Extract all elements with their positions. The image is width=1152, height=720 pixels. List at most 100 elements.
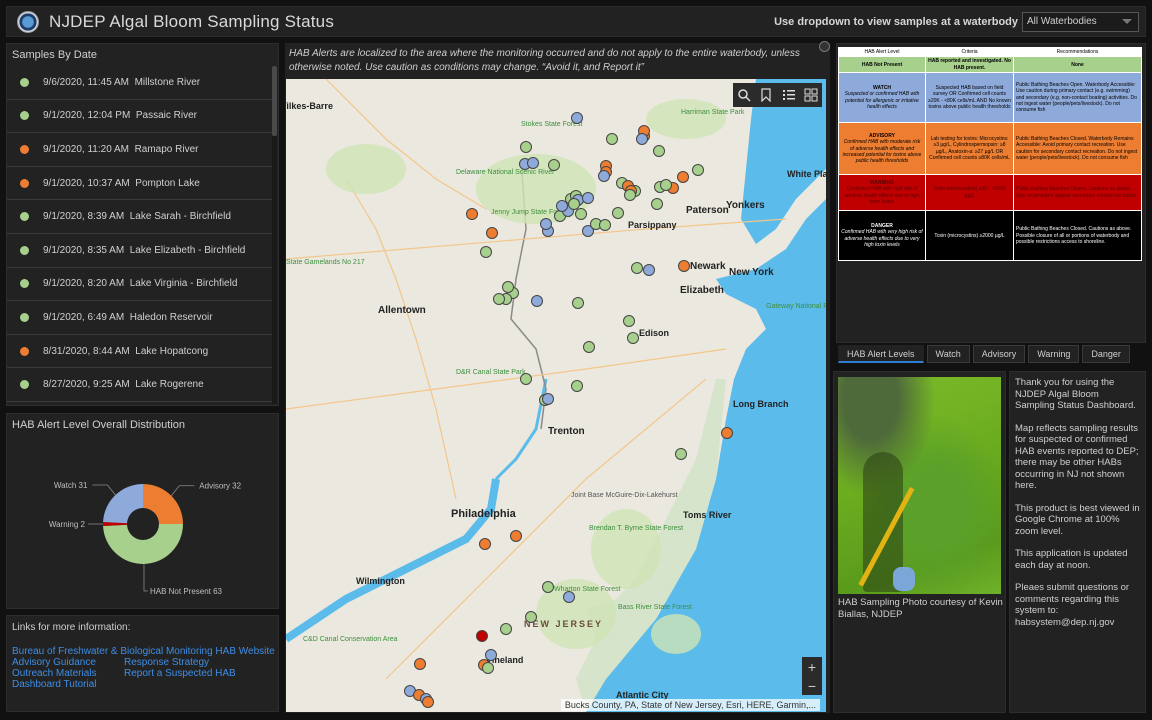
link-hab-website[interactable]: Bureau of Freshwater & Biological Monito… [12,646,275,657]
sample-point-marker[interactable] [502,281,514,293]
waterbody-dropdown[interactable]: All Waterbodies [1022,11,1139,32]
sample-point-marker[interactable] [520,141,532,153]
tab-advisory[interactable]: Advisory [972,345,1026,363]
waterbody-dropdown-value: All Waterbodies [1027,16,1097,27]
sample-point-marker[interactable] [582,192,594,204]
sample-list-item[interactable]: 9/1/2020, 12:04 PM Passaic River [7,100,273,134]
sample-list-item[interactable]: 8/27/2020, 9:25 AM Lake Rogerene [7,368,273,402]
sample-point-marker[interactable] [643,264,655,276]
samples-scrollbar-thumb[interactable] [272,66,277,136]
sample-list-item[interactable]: 9/1/2020, 8:35 AM Lake Elizabeth - Birch… [7,234,273,268]
sample-point-marker[interactable] [636,133,648,145]
map-label-white-plains: White Plains [787,169,826,179]
donut-slice-watch[interactable] [103,484,143,524]
alert-level-dot-icon [20,77,29,87]
map-toolbar [733,83,822,107]
sample-point-marker[interactable] [627,332,639,344]
app-title: NJDEP Algal Bloom Sampling Status [49,11,335,31]
layer-list-icon[interactable] [781,87,797,103]
sample-point-marker[interactable] [677,171,689,183]
sample-point-marker[interactable] [606,133,618,145]
sample-point-marker[interactable] [510,530,522,542]
map-panel: HAB Alerts are localized to the area whe… [285,41,830,713]
link-response-strategy[interactable]: Response Strategy [124,657,209,668]
hab-alert-levels-panel: HAB Alert Level Criteria Recommendations… [836,43,1146,343]
sample-list-item[interactable]: 9/1/2020, 8:20 AM Lake Virginia - Birchf… [7,268,273,302]
sample-point-marker[interactable] [599,219,611,231]
sample-point-marker[interactable] [563,591,575,603]
sample-point-marker[interactable] [540,218,552,230]
sample-list-item[interactable]: 8/31/2020, 8:44 AM Lake Hopatcong [7,335,273,369]
sample-point-marker[interactable] [525,611,537,623]
basemap-gallery-icon[interactable] [803,87,819,103]
sample-point-marker[interactable] [660,179,672,191]
sample-point-marker[interactable] [414,658,426,670]
sample-point-marker[interactable] [631,262,643,274]
tab-warning[interactable]: Warning [1028,345,1080,363]
donut-slice-advisory[interactable] [143,484,183,524]
sample-datetime: 9/6/2020, 11:45 AM [43,76,129,88]
sample-point-marker[interactable] [624,189,636,201]
sample-point-marker[interactable] [571,380,583,392]
sample-list-item[interactable]: 9/1/2020, 8:39 AM Lake Sarah - Birchfiel… [7,200,273,234]
sample-point-marker[interactable] [500,623,512,635]
zoom-in-button[interactable]: + [802,657,822,676]
sample-list-item[interactable]: 9/1/2020, 6:49 AM Haledon Reservoir [7,301,273,335]
map-label-newark: Newark [690,261,726,272]
map-label-dr-canal: D&R Canal State Park [456,369,526,376]
sample-point-marker[interactable] [527,157,539,169]
sample-point-marker[interactable] [653,145,665,157]
sample-point-marker[interactable] [692,164,704,176]
sample-point-marker[interactable] [520,373,532,385]
tab-watch[interactable]: Watch [926,345,970,363]
sample-point-marker[interactable] [542,393,554,405]
sample-point-marker[interactable] [466,208,478,220]
map-view[interactable]: Wilkes-Barre Allentown Paterson Parsippa… [286,79,826,712]
sample-point-marker[interactable] [531,295,543,307]
sample-point-marker[interactable] [598,170,610,182]
search-icon[interactable] [736,87,752,103]
sample-point-marker[interactable] [678,260,690,272]
sample-point-marker[interactable] [480,246,492,258]
sample-list-item[interactable]: 9/6/2020, 11:45 AM Millstone River [7,66,273,100]
sample-point-marker[interactable] [583,341,595,353]
sample-point-marker[interactable] [623,315,635,327]
sample-point-marker[interactable] [482,662,494,674]
sample-waterbody: Lake Hopatcong [135,345,209,357]
donut-leader-line [92,484,116,496]
sample-point-marker[interactable] [422,696,434,708]
sample-list-item[interactable]: 9/1/2020, 11:20 AM Ramapo River [7,133,273,167]
tab-hab-alert-levels[interactable]: HAB Alert Levels [838,345,924,363]
sample-point-marker[interactable] [571,112,583,124]
link-report-suspected-hab[interactable]: Report a Suspected HAB [124,668,236,679]
sample-point-marker[interactable] [493,293,505,305]
sample-point-marker[interactable] [721,427,733,439]
alert-level-dot-icon [20,111,29,121]
link-outreach-materials[interactable]: Outreach Materials [12,668,96,679]
sample-point-marker[interactable] [612,207,624,219]
samples-scrollbar[interactable] [272,66,277,404]
sample-point-marker[interactable] [486,227,498,239]
sample-point-marker[interactable] [675,448,687,460]
sample-waterbody: Lake Sarah - Birchfield [129,211,231,223]
sample-list-item[interactable]: 9/1/2020, 10:37 AM Pompton Lake [7,167,273,201]
map-label-paterson: Paterson [686,205,729,216]
sample-point-marker[interactable] [548,159,560,171]
sample-point-marker[interactable] [479,538,491,550]
map-label-long-branch: Long Branch [733,399,789,409]
sample-point-marker[interactable] [542,581,554,593]
bookmark-icon[interactable] [758,87,774,103]
sample-point-marker[interactable] [575,208,587,220]
donut-slice-hab-not-present[interactable] [103,524,183,564]
sample-point-marker[interactable] [476,630,488,642]
fullscreen-icon[interactable] [819,41,830,52]
link-advisory-guidance[interactable]: Advisory Guidance [12,657,96,668]
sample-point-marker[interactable] [651,198,663,210]
sample-datetime: 8/31/2020, 8:44 AM [43,345,130,357]
tab-danger[interactable]: Danger [1082,345,1130,363]
map-label-wilkes-barre: Wilkes-Barre [286,101,333,111]
zoom-out-button[interactable]: − [802,676,822,695]
njdep-logo-icon [17,10,39,33]
link-dashboard-tutorial[interactable]: Dashboard Tutorial [12,679,97,690]
sample-point-marker[interactable] [572,297,584,309]
